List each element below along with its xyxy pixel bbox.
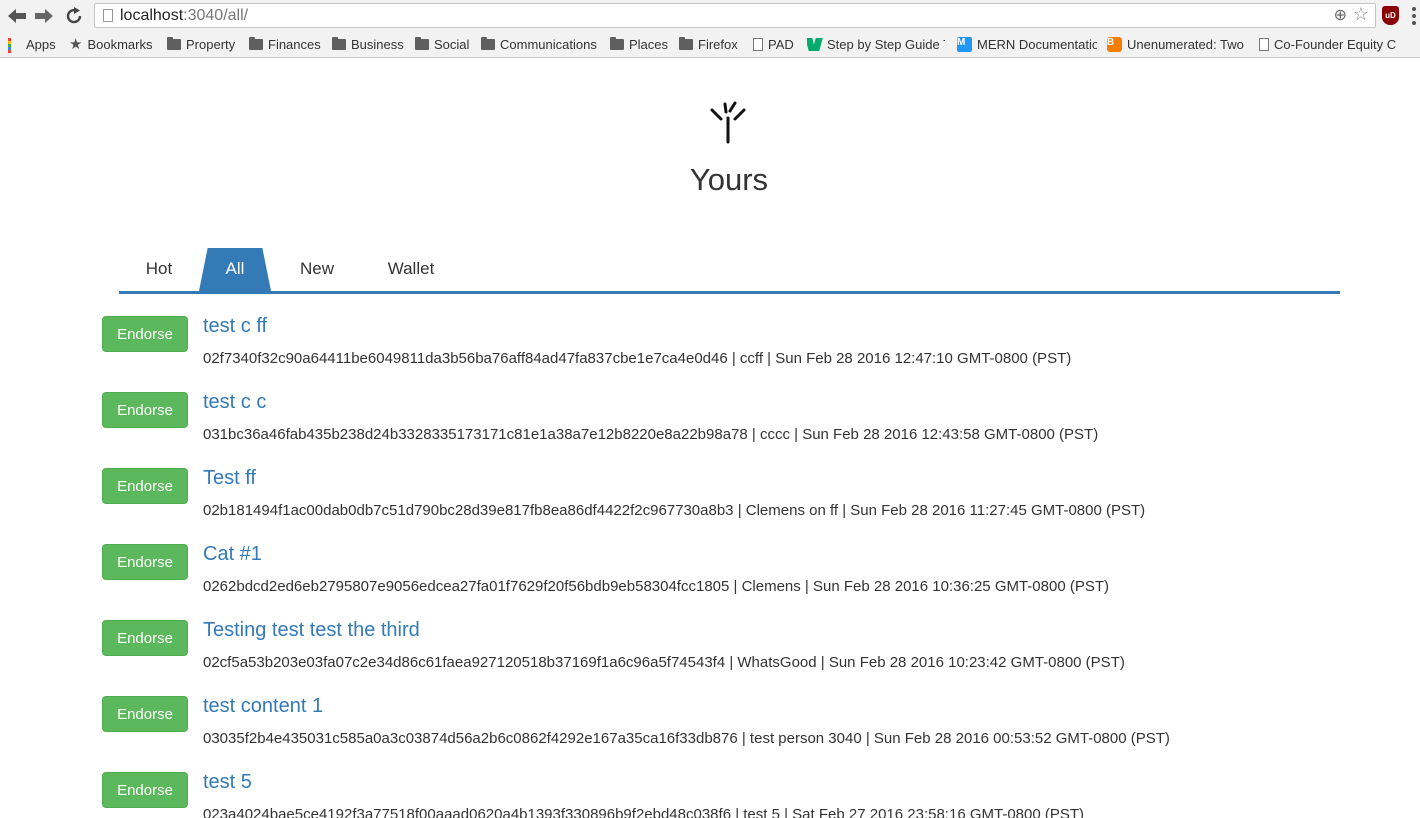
bookmark-label: Places [629,36,669,52]
post-title-link[interactable]: test c c [203,391,266,414]
post-title-link[interactable]: Cat #1 [203,543,262,566]
post-meta: 031bc36a46fab435b238d24b3328335173171c81… [203,426,1099,443]
post-item: Endorse test content 1 03035f2b4e435031c… [0,692,1420,768]
post-title-link[interactable]: Test ff [203,467,256,490]
endorse-button[interactable]: Endorse [102,468,188,504]
bookmark-co-founder-equity[interactable]: Co-Founder Equity C [1259,35,1399,53]
folder-icon [249,36,263,50]
page-icon [103,9,113,22]
nav-tabs: Hot All New Wallet [119,246,1340,294]
bookmarks-bar: Apps ★ Bookmarks Property Finances Busin… [0,32,1420,56]
medium-icon [807,38,822,51]
post-meta: 02cf5a53b203e03fa07c2e34d86c61faea927120… [203,654,1125,671]
tab-label: New [299,258,334,278]
reload-button[interactable] [63,5,85,27]
folder-icon [679,36,693,50]
post-meta: 03035f2b4e435031c585a0a3c03874d56a2b6c08… [203,730,1170,747]
tab-new[interactable]: New [289,246,345,291]
bookmark-label: Firefox [698,36,738,52]
tab-label: Hot [145,258,173,278]
bookmark-label: PAD [768,36,794,52]
bookmark-label: Unenumerated: Two [1127,36,1244,52]
post-item: Endorse test c c 031bc36a46fab435b238d24… [0,388,1420,464]
bookmark-folder-firefox[interactable]: Firefox [679,35,738,53]
post-item: Endorse Cat #1 0262bdcd2ed6eb2795807e905… [0,540,1420,616]
bookmark-label: Apps [26,36,56,52]
url-path: :3040/all/ [183,7,249,24]
endorse-button[interactable]: Endorse [102,772,188,808]
bookmark-label: MERN Documentatio [977,36,1097,52]
post-title-link[interactable]: Testing test test the third [203,619,420,642]
url-host: localhost [120,7,184,24]
folder-icon [415,36,429,50]
post-title-link[interactable]: test c ff [203,315,267,338]
bookmark-folder-property[interactable]: Property [167,35,235,53]
bookmark-folder-social[interactable]: Social [415,35,469,53]
folder-icon [610,36,624,50]
bookmark-label: Property [186,36,236,52]
tab-hot[interactable]: Hot [129,246,189,291]
bookmark-folder-communications[interactable]: Communications [481,35,597,53]
reload-icon [66,7,82,24]
back-arrow-icon [8,9,26,23]
bookmark-folder-business[interactable]: Business [332,35,404,53]
page-icon [1259,37,1269,51]
bookmark-label: Finances [268,36,321,52]
bookmark-label: Communications [500,36,597,52]
ublock-extension-icon[interactable]: uD [1382,6,1399,25]
blogger-icon: B [1107,36,1122,52]
browser-toolbar: localhost:3040/all/ ⊕ ☆ uD [0,0,1420,32]
post-meta: 02f7340f32c90a64411be6049811da3b56ba76af… [203,350,1072,367]
post-meta: 02b181494f1ac00dab0db7c51d790bc28d39e817… [203,502,1146,519]
address-bar[interactable]: localhost:3040/all/ ⊕ ☆ [94,3,1376,28]
bookmark-label: Step by Step Guide T [827,36,945,52]
bookmark-label: Social [434,36,470,52]
bookmark-folder-places[interactable]: Places [610,35,668,53]
bookmark-unenumerated[interactable]: B Unenumerated: Two [1107,35,1247,53]
tab-label: Wallet [387,258,435,278]
back-button[interactable] [6,5,28,27]
tab-all[interactable]: All [199,246,271,291]
forward-arrow-icon [35,9,53,23]
post-title-link[interactable]: test content 1 [203,695,323,718]
bookmark-label: Business [351,36,404,52]
post-item: Endorse Test ff 02b181494f1ac00dab0db7c5… [0,464,1420,540]
star-icon: ★ [69,35,83,53]
m-icon: M [957,36,972,52]
bookmark-pad[interactable]: PAD [753,35,794,53]
tab-wallet[interactable]: Wallet [377,246,445,291]
bookmark-label: Bookmarks [87,36,153,52]
tab-label: All [225,258,245,278]
post-item: Endorse test 5 023a4024bae5ce4192f3a7751… [0,768,1420,818]
zoom-icon[interactable]: ⊕ [1334,5,1347,25]
bookmark-bookmarks[interactable]: ★ Bookmarks [69,35,152,53]
post-item: Endorse Testing test test the third 02cf… [0,616,1420,692]
post-meta: 023a4024bae5ce4192f3a77518f00aaad0620a4b… [203,806,1085,818]
post-item: Endorse test c ff 02f7340f32c90a64411be6… [0,312,1420,388]
bookmark-folder-finances[interactable]: Finances [249,35,321,53]
apps-icon [8,37,21,53]
browser-menu-icon[interactable] [1411,7,1417,25]
forward-button[interactable] [33,5,55,27]
bookmark-apps[interactable]: Apps [8,35,56,53]
folder-icon [332,36,346,50]
browser-chrome: localhost:3040/all/ ⊕ ☆ uD Apps ★ Bookma… [0,0,1420,58]
url-text[interactable]: localhost:3040/all/ [120,7,248,25]
endorse-button[interactable]: Endorse [102,392,188,428]
endorse-button[interactable]: Endorse [102,620,188,656]
post-title-link[interactable]: test 5 [203,771,252,794]
bookmark-mern-documentation[interactable]: M MERN Documentatio [957,35,1097,53]
page-title: Yours [689,162,769,197]
endorse-button[interactable]: Endorse [102,316,188,352]
endorse-button[interactable]: Endorse [102,696,188,732]
folder-icon [167,36,181,50]
page-icon [753,37,763,51]
endorse-button[interactable]: Endorse [102,544,188,580]
bookmark-star-icon[interactable]: ☆ [1353,4,1369,25]
folder-icon [481,36,495,50]
yours-logo-icon [710,101,746,144]
bookmark-label: Co-Founder Equity C [1274,36,1397,52]
post-meta: 0262bdcd2ed6eb2795807e9056edcea27fa01f76… [203,578,1110,595]
bookmark-step-by-step-guide[interactable]: Step by Step Guide T [807,35,945,53]
